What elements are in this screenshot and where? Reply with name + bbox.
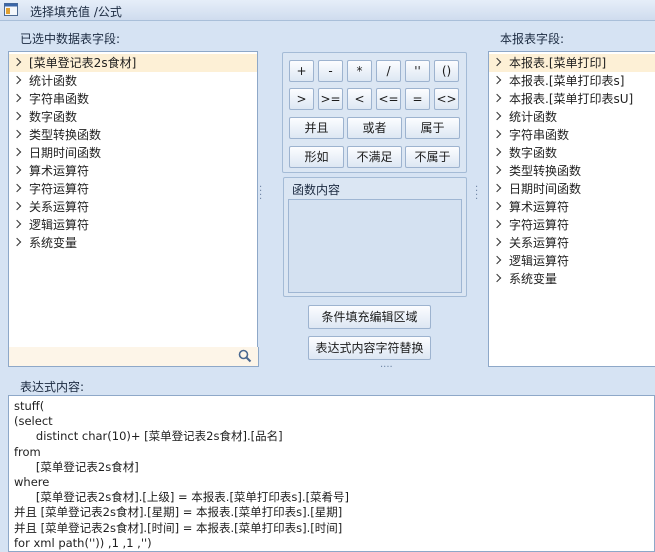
chevron-right-icon: [492, 111, 502, 121]
bottom-splitter-handle[interactable]: ····: [380, 363, 393, 373]
op-in-button[interactable]: 属于: [405, 117, 460, 139]
chevron-right-icon: [12, 111, 22, 121]
operator-buttons-panel: + - * / '' () > >= < <= = <> 并且 或者 属于 形如…: [282, 52, 467, 173]
left-panel-caption: 已选中数据表字段:: [20, 32, 121, 46]
list-item-number-functions[interactable]: 数字函数: [9, 108, 257, 126]
chevron-right-icon: [12, 93, 22, 103]
op-greater-button[interactable]: >: [289, 88, 314, 110]
list-item-number-functions[interactable]: 数字函数: [489, 144, 655, 162]
op-not-in-button[interactable]: 不属于: [405, 146, 460, 168]
list-item-type-conversion[interactable]: 类型转换函数: [489, 162, 655, 180]
chevron-right-icon: [492, 75, 502, 85]
list-item-stat-functions[interactable]: 统计函数: [9, 72, 257, 90]
list-item-datetime-functions[interactable]: 日期时间函数: [489, 180, 655, 198]
chevron-right-icon: [12, 129, 22, 139]
op-less-equal-button[interactable]: <=: [376, 88, 401, 110]
op-not-equal-button[interactable]: <>: [434, 88, 459, 110]
op-multiply-button[interactable]: *: [347, 60, 372, 82]
chevron-right-icon: [492, 129, 502, 139]
chevron-right-icon: [12, 201, 22, 211]
list-item-relational-ops[interactable]: 关系运算符: [489, 234, 655, 252]
left-splitter-handle[interactable]: · · · ·: [259, 183, 262, 205]
list-item-character-ops[interactable]: 字符运算符: [489, 216, 655, 234]
list-item-string-functions[interactable]: 字符串函数: [9, 90, 257, 108]
chevron-right-icon: [12, 219, 22, 229]
list-item-report-print-table-su[interactable]: 本报表.[菜单打印表sU]: [489, 90, 655, 108]
list-item-logical-ops[interactable]: 逻辑运算符: [9, 216, 257, 234]
report-fields-list[interactable]: 本报表.[菜单打印] 本报表.[菜单打印表s] 本报表.[菜单打印表sU] 统计…: [488, 51, 655, 367]
selected-fields-list[interactable]: [菜单登记表2s食材] 统计函数 字符串函数 数字函数 类型转换函数 日期时间函…: [8, 51, 258, 348]
op-greater-equal-button[interactable]: >=: [318, 88, 343, 110]
chevron-right-icon: [492, 255, 502, 265]
op-equal-button[interactable]: =: [405, 88, 430, 110]
function-content-legend: 函数内容: [292, 183, 341, 197]
field-search-input[interactable]: [8, 347, 259, 367]
title-bar: 选择填充值 /公式: [0, 0, 655, 21]
chevron-right-icon: [492, 183, 502, 193]
list-item-report-menu-print[interactable]: 本报表.[菜单打印]: [489, 54, 655, 72]
replace-chars-button[interactable]: 表达式内容字符替换: [308, 336, 431, 360]
app-window-icon: [4, 3, 18, 16]
chevron-right-icon: [492, 57, 502, 67]
chevron-right-icon: [492, 93, 502, 103]
chevron-right-icon: [492, 201, 502, 211]
expression-editor[interactable]: stuff( (select distinct char(10)+ [菜单登记表…: [8, 395, 655, 552]
chevron-right-icon: [492, 273, 502, 283]
op-like-button[interactable]: 形如: [289, 146, 344, 168]
function-content-box[interactable]: [288, 199, 462, 293]
op-quotes-button[interactable]: '': [405, 60, 430, 82]
op-parens-button[interactable]: (): [434, 60, 459, 82]
chevron-right-icon: [12, 75, 22, 85]
expression-caption: 表达式内容:: [20, 380, 85, 394]
op-or-button[interactable]: 或者: [347, 117, 402, 139]
list-item-character-ops[interactable]: 字符运算符: [9, 180, 257, 198]
search-icon[interactable]: [238, 349, 252, 363]
list-item-selected-table[interactable]: [菜单登记表2s食材]: [9, 54, 257, 72]
chevron-right-icon: [492, 147, 502, 157]
right-panel-caption: 本报表字段:: [500, 32, 565, 46]
op-less-button[interactable]: <: [347, 88, 372, 110]
list-item-logical-ops[interactable]: 逻辑运算符: [489, 252, 655, 270]
list-item-relational-ops[interactable]: 关系运算符: [9, 198, 257, 216]
op-minus-button[interactable]: -: [318, 60, 343, 82]
chevron-right-icon: [492, 219, 502, 229]
chevron-right-icon: [12, 183, 22, 193]
chevron-right-icon: [12, 165, 22, 175]
chevron-right-icon: [492, 165, 502, 175]
op-divide-button[interactable]: /: [376, 60, 401, 82]
list-item-system-vars[interactable]: 系统变量: [489, 270, 655, 288]
list-item-stat-functions[interactable]: 统计函数: [489, 108, 655, 126]
op-plus-button[interactable]: +: [289, 60, 314, 82]
window-title: 选择填充值 /公式: [30, 5, 122, 19]
list-item-report-print-table-s[interactable]: 本报表.[菜单打印表s]: [489, 72, 655, 90]
list-item-type-conversion[interactable]: 类型转换函数: [9, 126, 257, 144]
chevron-right-icon: [12, 147, 22, 157]
list-item-arithmetic-ops[interactable]: 算术运算符: [9, 162, 257, 180]
list-item-system-vars[interactable]: 系统变量: [9, 234, 257, 252]
chevron-right-icon: [492, 237, 502, 247]
condition-edit-button[interactable]: 条件填充编辑区域: [308, 305, 431, 329]
function-content-panel: 函数内容: [283, 177, 467, 297]
list-item-string-functions[interactable]: 字符串函数: [489, 126, 655, 144]
op-and-button[interactable]: 并且: [289, 117, 344, 139]
list-item-arithmetic-ops[interactable]: 算术运算符: [489, 198, 655, 216]
op-not-button[interactable]: 不满足: [347, 146, 402, 168]
list-item-datetime-functions[interactable]: 日期时间函数: [9, 144, 257, 162]
chevron-right-icon: [12, 57, 22, 67]
right-splitter-handle[interactable]: · · · ·: [475, 183, 478, 205]
chevron-right-icon: [12, 237, 22, 247]
